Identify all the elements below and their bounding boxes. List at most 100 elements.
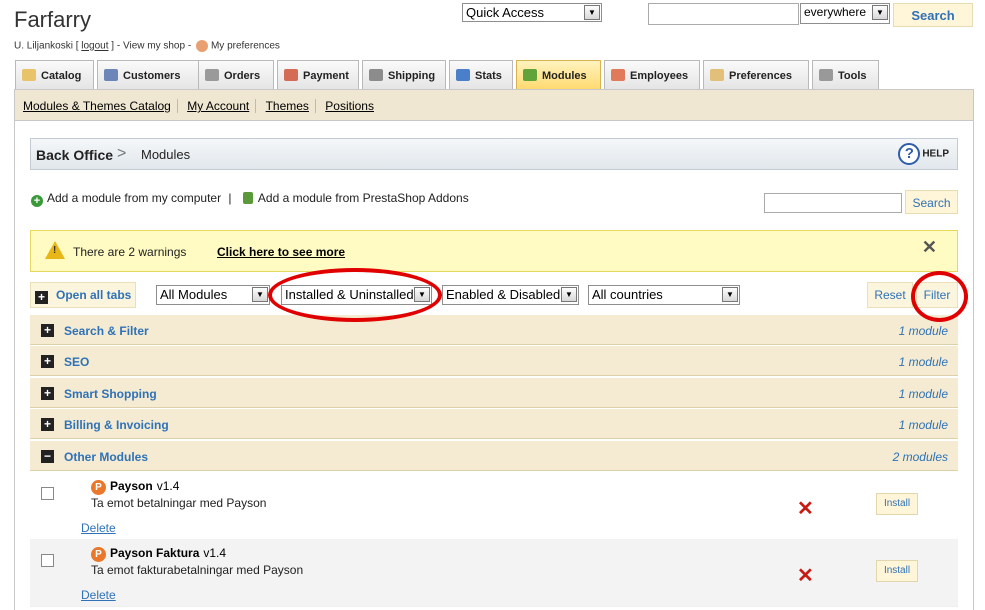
tab-payment[interactable]: Payment [277,60,359,90]
quick-access-select[interactable]: Quick Access ▼ [462,3,602,22]
help-label: HELP [922,148,949,160]
enabled-state-select[interactable]: Enabled & Disabled ▼ [442,285,579,305]
tab-shipping[interactable]: Shipping [362,60,446,90]
addons-icon [242,192,253,204]
annotation-circle-install-filter [268,268,442,322]
tab-catalog[interactable]: Catalog [15,60,94,90]
customers-icon [104,69,118,81]
delete-link[interactable]: Delete [81,588,116,602]
chevron-down-icon: ▼ [561,287,577,302]
chevron-down-icon: ▼ [872,5,888,20]
module-description: Ta emot betalningar med Payson [91,496,267,510]
category-row[interactable]: + Smart Shopping 1 module [30,377,958,408]
help-icon: ? [898,143,921,165]
add-module-computer-link[interactable]: Add a module from my computer [47,191,221,205]
preferences-link[interactable]: My preferences [211,41,280,52]
tab-orders[interactable]: Orders [198,60,274,90]
view-shop-link[interactable]: View my shop [123,41,185,52]
payment-icon [284,69,298,81]
puzzle-icon [523,69,537,81]
category-row[interactable]: + SEO 1 module [30,345,958,376]
not-installed-icon: ✕ [797,498,814,520]
user-name: U. Liljankoski [14,40,73,52]
module-title: Payson Faktura [110,546,200,560]
employee-icon [611,69,625,81]
module-row: P Payson v1.4 Ta emot betalningar med Pay… [30,472,958,540]
subnav-positions[interactable]: Positions [324,99,380,113]
warning-icon-glyph: ! [53,245,57,256]
annotation-circle-filter-button [911,271,968,322]
tab-preferences[interactable]: Preferences [703,60,809,90]
category-row[interactable]: − Other Modules 2 modules [30,440,958,471]
subnav-catalog[interactable]: Modules & Themes Catalog [22,99,178,113]
tab-tools[interactable]: Tools [812,60,879,90]
tab-label: Orders [224,70,261,82]
install-button[interactable]: Install [876,493,918,515]
category-row[interactable]: + Search & Filter 1 module [30,314,958,345]
preferences-icon [710,69,724,81]
tab-label: Stats [475,70,502,82]
subnav-themes[interactable]: Themes [264,99,316,113]
main-tabs: Catalog Customers Orders Payment Shippin… [15,60,975,90]
open-all-tabs-label: Open all tabs [56,288,132,302]
reset-button[interactable]: Reset [867,282,913,308]
category-name: Smart Shopping [64,387,157,401]
category-filter-select[interactable]: All Modules ▼ [156,285,270,305]
expand-icon: + [41,355,54,368]
subnav-my-account[interactable]: My Account [186,99,257,113]
tab-label: Tools [838,70,867,82]
search-input[interactable] [648,3,799,25]
category-count: 1 module [898,355,948,369]
chevron-down-icon: ▼ [252,287,268,302]
category-row[interactable]: + Billing & Invoicing 1 module [30,408,958,439]
help-button[interactable]: ? HELP [898,143,949,165]
logout-link[interactable]: logout [81,41,108,52]
tab-modules[interactable]: Modules [516,60,601,90]
chevron-right-icon: > [117,145,127,162]
chevron-down-icon: ▼ [722,287,738,302]
open-all-tabs-button[interactable]: + Open all tabs [30,282,136,308]
search-scope-select[interactable]: everywhere ▼ [800,3,890,24]
user-bracket-close: ] [111,40,115,52]
module-description: Ta emot fakturabetalningar med Payson [91,563,304,577]
module-search-input[interactable] [764,193,902,213]
breadcrumb-root[interactable]: Back Office [36,147,113,163]
category-count: 2 modules [892,450,948,464]
tab-label: Customers [123,70,181,82]
tab-label: Catalog [41,70,82,82]
tab-label: Preferences [729,70,792,82]
quick-access-label: Quick Access [466,5,545,20]
tab-stats[interactable]: Stats [449,60,513,90]
shop-name: Farfarry [14,7,91,32]
not-installed-icon: ✕ [797,565,814,587]
search-scope-label: everywhere [804,5,867,19]
search-button[interactable]: Search [893,3,973,27]
module-search-button[interactable]: Search [905,190,958,214]
tab-label: Payment [303,70,349,82]
tab-label: Employees [630,70,689,82]
install-button[interactable]: Install [876,560,918,582]
warning-text: There are 2 warnings [73,245,187,259]
close-icon[interactable]: ✕ [922,237,937,258]
country-filter-value: All countries [592,287,663,302]
collapse-icon: − [41,450,54,463]
expand-icon: + [35,291,48,304]
payson-icon: P [91,547,106,562]
tab-customers[interactable]: Customers [97,60,209,90]
category-name: Billing & Invoicing [64,418,169,432]
user-sep-1: - [116,40,121,52]
delete-link[interactable]: Delete [81,521,116,535]
user-sep-2: - [187,40,192,52]
module-title: Payson [110,479,153,493]
module-checkbox[interactable] [41,554,54,567]
module-checkbox[interactable] [41,487,54,500]
module-version: v1.4 [156,479,180,493]
expand-icon: + [41,324,54,337]
add-module-addons-link[interactable]: Add a module from PrestaShop Addons [258,191,469,205]
add-icon: + [31,195,43,207]
tab-employees[interactable]: Employees [604,60,700,90]
cart-icon [205,69,219,81]
country-filter-select[interactable]: All countries ▼ [588,285,740,305]
warning-details-link[interactable]: Click here to see more [217,245,345,259]
user-icon [195,40,208,52]
